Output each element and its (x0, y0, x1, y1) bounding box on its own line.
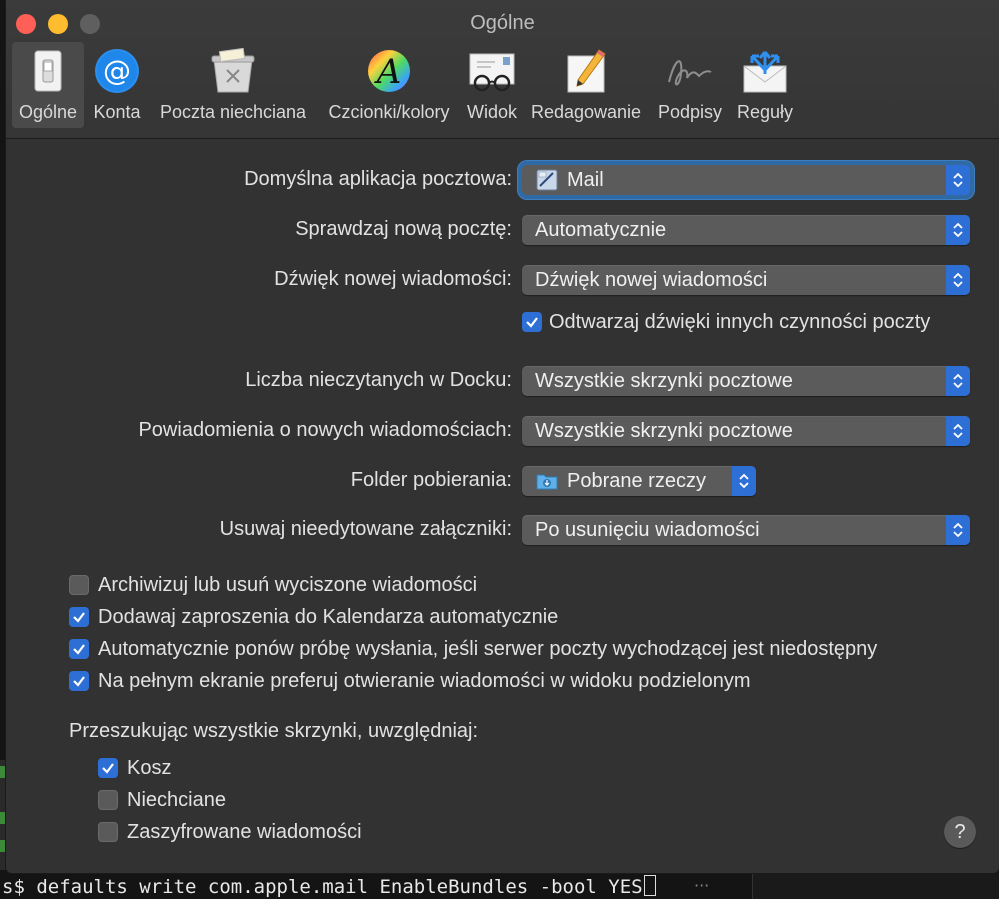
downloads-folder-popup[interactable]: Pobrane rzeczy (522, 466, 756, 496)
check-new-mail-label: Sprawdzaj nową pocztę: (295, 218, 512, 240)
chevron-up-down-icon (946, 416, 970, 446)
junk-bin-icon (211, 48, 255, 93)
tab-accounts-label: Konta (93, 102, 141, 122)
terminal-more-icon[interactable]: ··· (694, 876, 709, 895)
retry-sending-label: Automatycznie ponów próbę wysłania, jeśl… (98, 638, 878, 660)
retry-sending-checkbox[interactable] (69, 639, 89, 659)
new-message-notifications-value: Wszystkie skrzynki pocztowe (535, 420, 793, 442)
split-view-checkbox[interactable] (69, 671, 89, 691)
downloads-folder-label: Folder pobierania: (350, 469, 512, 491)
remove-attachments-value: Po usunięciu wiadomości (535, 519, 760, 541)
checkmark-icon (526, 317, 538, 328)
search-encrypted-label: Zaszyfrowane wiadomości (127, 821, 362, 843)
at-sign-icon: @ (95, 49, 139, 93)
play-other-sounds-checkbox[interactable] (522, 312, 542, 332)
split-view-label: Na pełnym ekranie preferuj otwieranie wi… (98, 670, 751, 692)
dock-unread-count-label: Liczba nieczytanych w Docku: (245, 369, 512, 391)
tab-fonts-colors[interactable]: A Czcionki/kolory (322, 42, 456, 128)
terminal-command-line[interactable]: s$ defaults write com.apple.mail EnableB… (0, 875, 702, 899)
preferences-toolbar: Ogólne @ Konta Poczta niechciana A Czcio… (6, 42, 999, 132)
tab-viewing-label: Widok (466, 102, 517, 122)
default-mail-app-value: Mail (567, 169, 604, 191)
search-junk-label: Niechciane (127, 789, 226, 811)
remove-attachments-popup[interactable]: Po usunięciu wiadomości (522, 515, 970, 545)
archive-muted-checkbox[interactable] (69, 575, 89, 595)
chevron-up-down-icon (946, 165, 970, 195)
rules-envelope-icon (743, 51, 787, 93)
pencil-paper-icon (567, 49, 606, 93)
chevron-up-down-icon (946, 215, 970, 245)
tab-fonts-colors-label: Czcionki/kolory (328, 102, 450, 122)
dock-unread-count-value: Wszystkie skrzynki pocztowe (535, 370, 793, 392)
tab-signatures-label: Podpisy (657, 102, 723, 122)
font-colors-icon: A (368, 50, 410, 92)
tab-accounts[interactable]: @ Konta (86, 42, 148, 128)
chevron-up-down-icon (946, 265, 970, 295)
svg-text:A: A (374, 52, 402, 92)
check-new-mail-popup[interactable]: Automatycznie (522, 215, 970, 245)
tab-junk-mail[interactable]: Poczta niechciana (154, 42, 312, 128)
checkmark-icon (102, 763, 114, 774)
search-trash-checkbox[interactable] (98, 758, 118, 778)
glasses-envelope-icon (469, 53, 515, 92)
play-other-sounds-label: Odtwarzaj dźwięki innych czynności poczt… (549, 311, 931, 333)
switch-icon (34, 50, 62, 92)
terminal-command: s$ defaults write com.apple.mail EnableB… (2, 876, 643, 898)
dock-unread-count-popup[interactable]: Wszystkie skrzynki pocztowe (522, 366, 970, 396)
terminal-cursor (643, 875, 656, 896)
tab-rules-label: Reguły (736, 102, 794, 122)
tab-general[interactable]: Ogólne (12, 42, 84, 128)
default-mail-app-popup[interactable]: Mail (522, 165, 970, 195)
mail-app-icon (536, 169, 558, 191)
new-message-sound-value: Dźwięk nowej wiadomości (535, 269, 768, 291)
check-new-mail-value: Automatycznie (535, 219, 667, 241)
new-message-notifications-label: Powiadomienia o nowych wiadomościach: (138, 419, 512, 441)
new-message-notifications-popup[interactable]: Wszystkie skrzynki pocztowe (522, 416, 970, 446)
chevron-up-down-icon (732, 466, 756, 496)
title-bar: Ogólne Ogólne @ Konta Poczta niechciana … (6, 0, 999, 139)
tab-composing[interactable]: Redagowanie (528, 42, 644, 128)
search-heading: Przeszukując wszystkie skrzynki, uwzględ… (69, 720, 479, 742)
tab-rules[interactable]: Reguły (732, 42, 798, 128)
tab-signatures[interactable]: Podpisy (652, 42, 728, 128)
checkmark-icon (73, 612, 85, 623)
signature-icon (668, 60, 712, 86)
tab-composing-label: Redagowanie (530, 102, 642, 122)
downloads-folder-value: Pobrane rzeczy (567, 470, 706, 492)
checkmark-icon (73, 676, 85, 687)
add-invitations-checkbox[interactable] (69, 607, 89, 627)
preferences-window: Ogólne Ogólne @ Konta Poczta niechciana … (6, 0, 999, 873)
svg-text:@: @ (103, 54, 131, 87)
new-message-sound-label: Dźwięk nowej wiadomości: (274, 268, 512, 290)
chevron-up-down-icon (946, 366, 970, 396)
search-junk-checkbox[interactable] (98, 790, 118, 810)
window-title: Ogólne (470, 12, 535, 34)
chevron-up-down-icon (946, 515, 970, 545)
tab-junk-mail-label: Poczta niechciana (159, 102, 307, 122)
archive-muted-label: Archiwizuj lub usuń wyciszone wiadomości (98, 574, 478, 596)
remove-attachments-label: Usuwaj nieedytowane załączniki: (219, 518, 512, 540)
search-trash-label: Kosz (127, 757, 172, 779)
terminal-side-pane (752, 873, 999, 899)
checkmark-icon (73, 644, 85, 655)
new-message-sound-popup[interactable]: Dźwięk nowej wiadomości (522, 265, 970, 295)
help-button[interactable]: ? (944, 816, 976, 848)
downloads-folder-icon (536, 474, 558, 490)
tab-viewing[interactable]: Widok (462, 42, 522, 128)
search-encrypted-checkbox[interactable] (98, 822, 118, 842)
add-invitations-label: Dodawaj zaproszenia do Kalendarza automa… (98, 606, 559, 628)
tab-general-label: Ogólne (18, 102, 78, 122)
default-mail-app-label: Domyślna aplikacja pocztowa: (244, 168, 512, 190)
